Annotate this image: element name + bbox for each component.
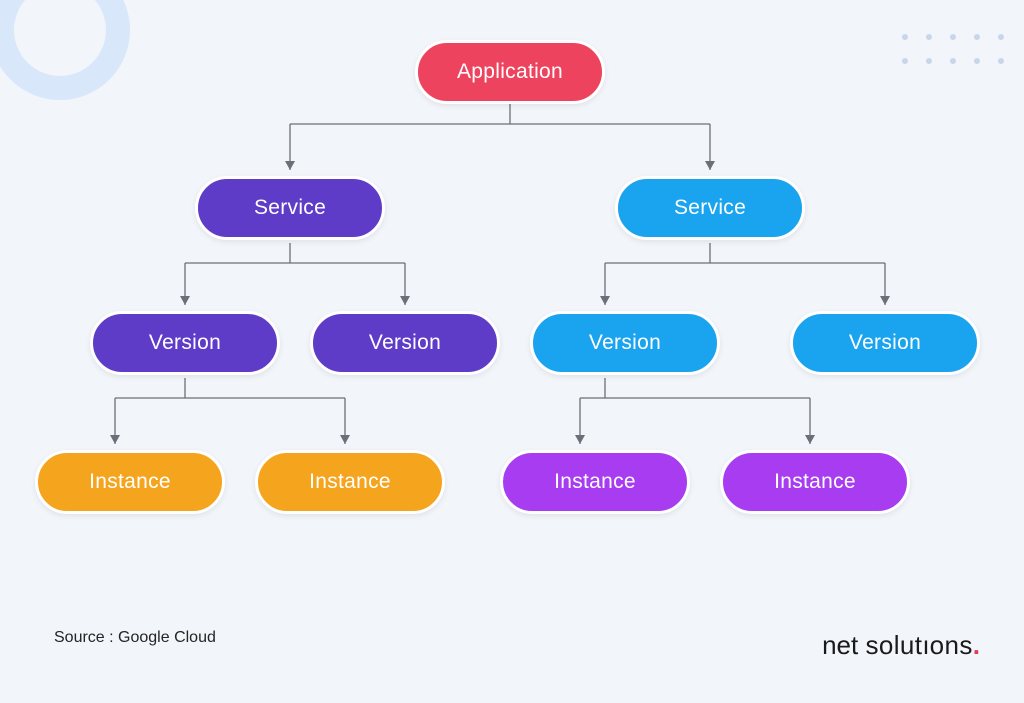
decorative-dots [902,34,1004,64]
source-text: Source : Google Cloud [54,629,216,647]
service-node-left: Service [195,176,385,240]
instance-node-2: Instance [255,450,445,514]
logo-net: net [822,630,858,660]
logo: net solutıons. [822,630,980,661]
version-node-2: Version [310,311,500,375]
version-node-3: Version [530,311,720,375]
logo-tail: ons [930,630,973,660]
application-node: Application [415,40,605,104]
version-node-4: Version [790,311,980,375]
instance-node-3: Instance [500,450,690,514]
logo-dot: . [973,630,980,660]
service-node-right: Service [615,176,805,240]
logo-i: ı [922,630,929,660]
logo-solutions: solut [865,630,922,660]
decorative-ring [0,0,130,100]
version-node-1: Version [90,311,280,375]
instance-node-4: Instance [720,450,910,514]
instance-node-1: Instance [35,450,225,514]
